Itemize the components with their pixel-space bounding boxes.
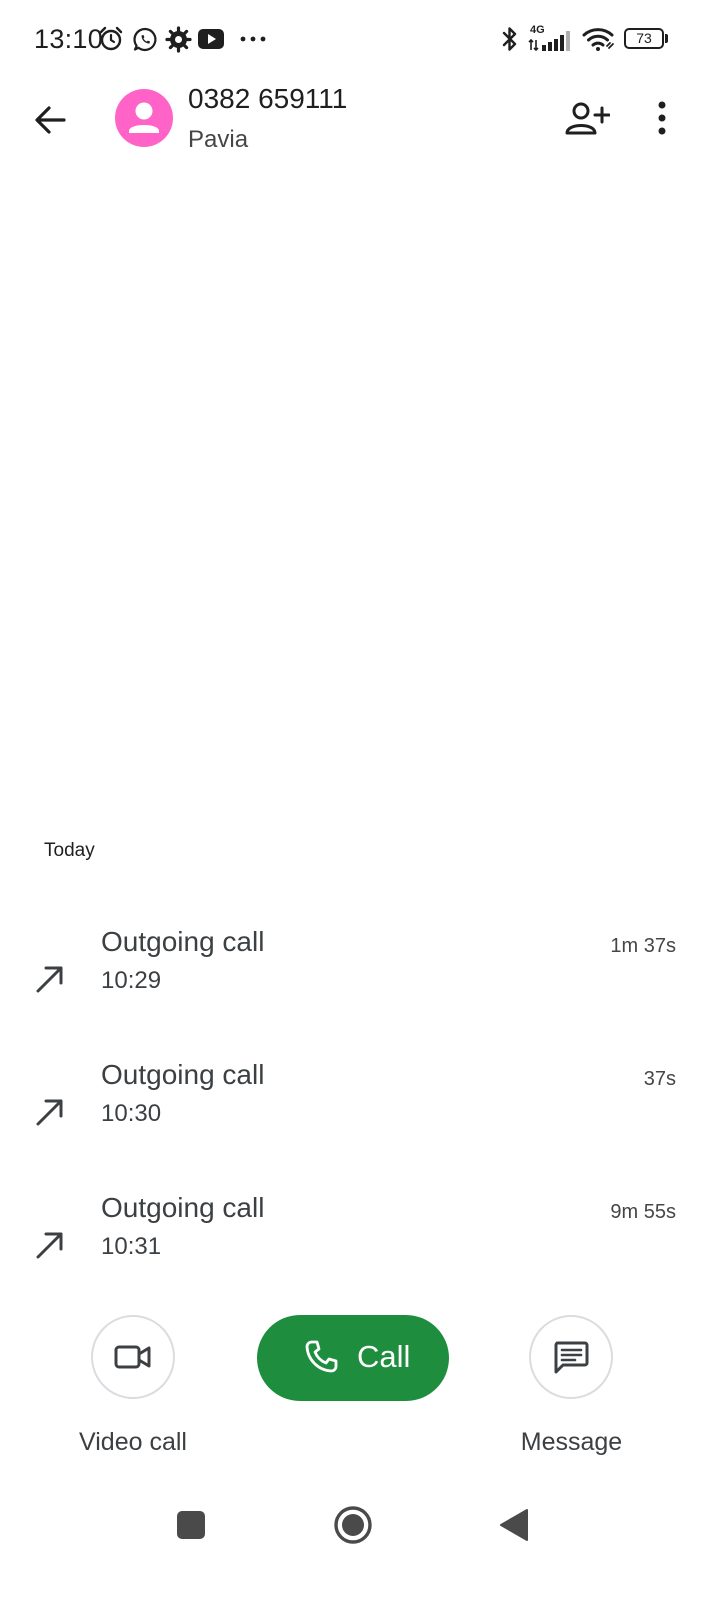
call-duration: 9m 55s bbox=[610, 1201, 676, 1223]
call-type: Outgoing call bbox=[101, 1059, 265, 1090]
battery-level: 73 bbox=[636, 30, 652, 46]
more-vert-icon[interactable] bbox=[652, 99, 672, 139]
call-time: 10:29 bbox=[101, 967, 162, 994]
call-time: 10:31 bbox=[101, 1233, 162, 1260]
call-history-row[interactable]: Outgoing call 10:29 1m 37s bbox=[0, 926, 720, 1036]
call-time: 10:30 bbox=[101, 1100, 162, 1127]
battery-icon: 73 bbox=[624, 28, 664, 49]
message-button[interactable] bbox=[529, 1315, 613, 1399]
call-type: Outgoing call bbox=[101, 1192, 265, 1223]
whatsapp-icon bbox=[133, 27, 157, 52]
videocam-icon bbox=[114, 1345, 151, 1369]
youtube-icon bbox=[198, 29, 224, 49]
call-button[interactable]: Call bbox=[257, 1315, 449, 1401]
wifi-icon bbox=[582, 28, 614, 51]
recents-square-icon[interactable] bbox=[176, 1510, 206, 1540]
video-call-button[interactable] bbox=[91, 1315, 175, 1399]
battery-tip bbox=[665, 34, 668, 43]
call-type: Outgoing call bbox=[101, 926, 265, 957]
message-label[interactable]: Message bbox=[506, 1428, 637, 1457]
home-circle-icon[interactable] bbox=[333, 1505, 373, 1545]
call-history-row[interactable]: Outgoing call 10:31 9m 55s bbox=[0, 1192, 720, 1302]
call-duration: 1m 37s bbox=[610, 935, 676, 957]
back-triangle-icon[interactable] bbox=[499, 1508, 529, 1542]
call-made-icon bbox=[36, 1232, 63, 1259]
call-history-row[interactable]: Outgoing call 10:30 37s bbox=[0, 1059, 720, 1169]
call-button-label: Call bbox=[357, 1339, 411, 1374]
more-notifications-icon bbox=[240, 36, 266, 42]
add-person-icon[interactable] bbox=[564, 100, 610, 138]
status-time: 13:10 bbox=[34, 24, 104, 54]
alarm-icon bbox=[99, 26, 123, 51]
cellular-signal-icon bbox=[528, 31, 570, 52]
call-made-icon bbox=[36, 966, 63, 993]
arrow-back-icon[interactable] bbox=[30, 100, 70, 140]
video-call-label[interactable]: Video call bbox=[70, 1428, 196, 1457]
contact-location: Pavia bbox=[188, 126, 249, 153]
phone-icon bbox=[305, 1340, 338, 1373]
bluetooth-icon bbox=[502, 27, 517, 51]
status-bar: 13:10 4G 73 bbox=[0, 0, 720, 80]
person-placeholder-icon bbox=[115, 89, 173, 147]
gear-status-icon bbox=[165, 26, 192, 53]
message-icon bbox=[554, 1341, 589, 1374]
contact-number: 0382 659111 bbox=[188, 83, 348, 114]
call-details-screen: 13:10 4G 73 0382 659111 Pavia Today Outg… bbox=[0, 0, 720, 1600]
call-made-icon bbox=[36, 1099, 63, 1126]
avatar[interactable] bbox=[115, 89, 173, 147]
section-header-today: Today bbox=[44, 840, 95, 861]
call-duration: 37s bbox=[643, 1068, 676, 1090]
